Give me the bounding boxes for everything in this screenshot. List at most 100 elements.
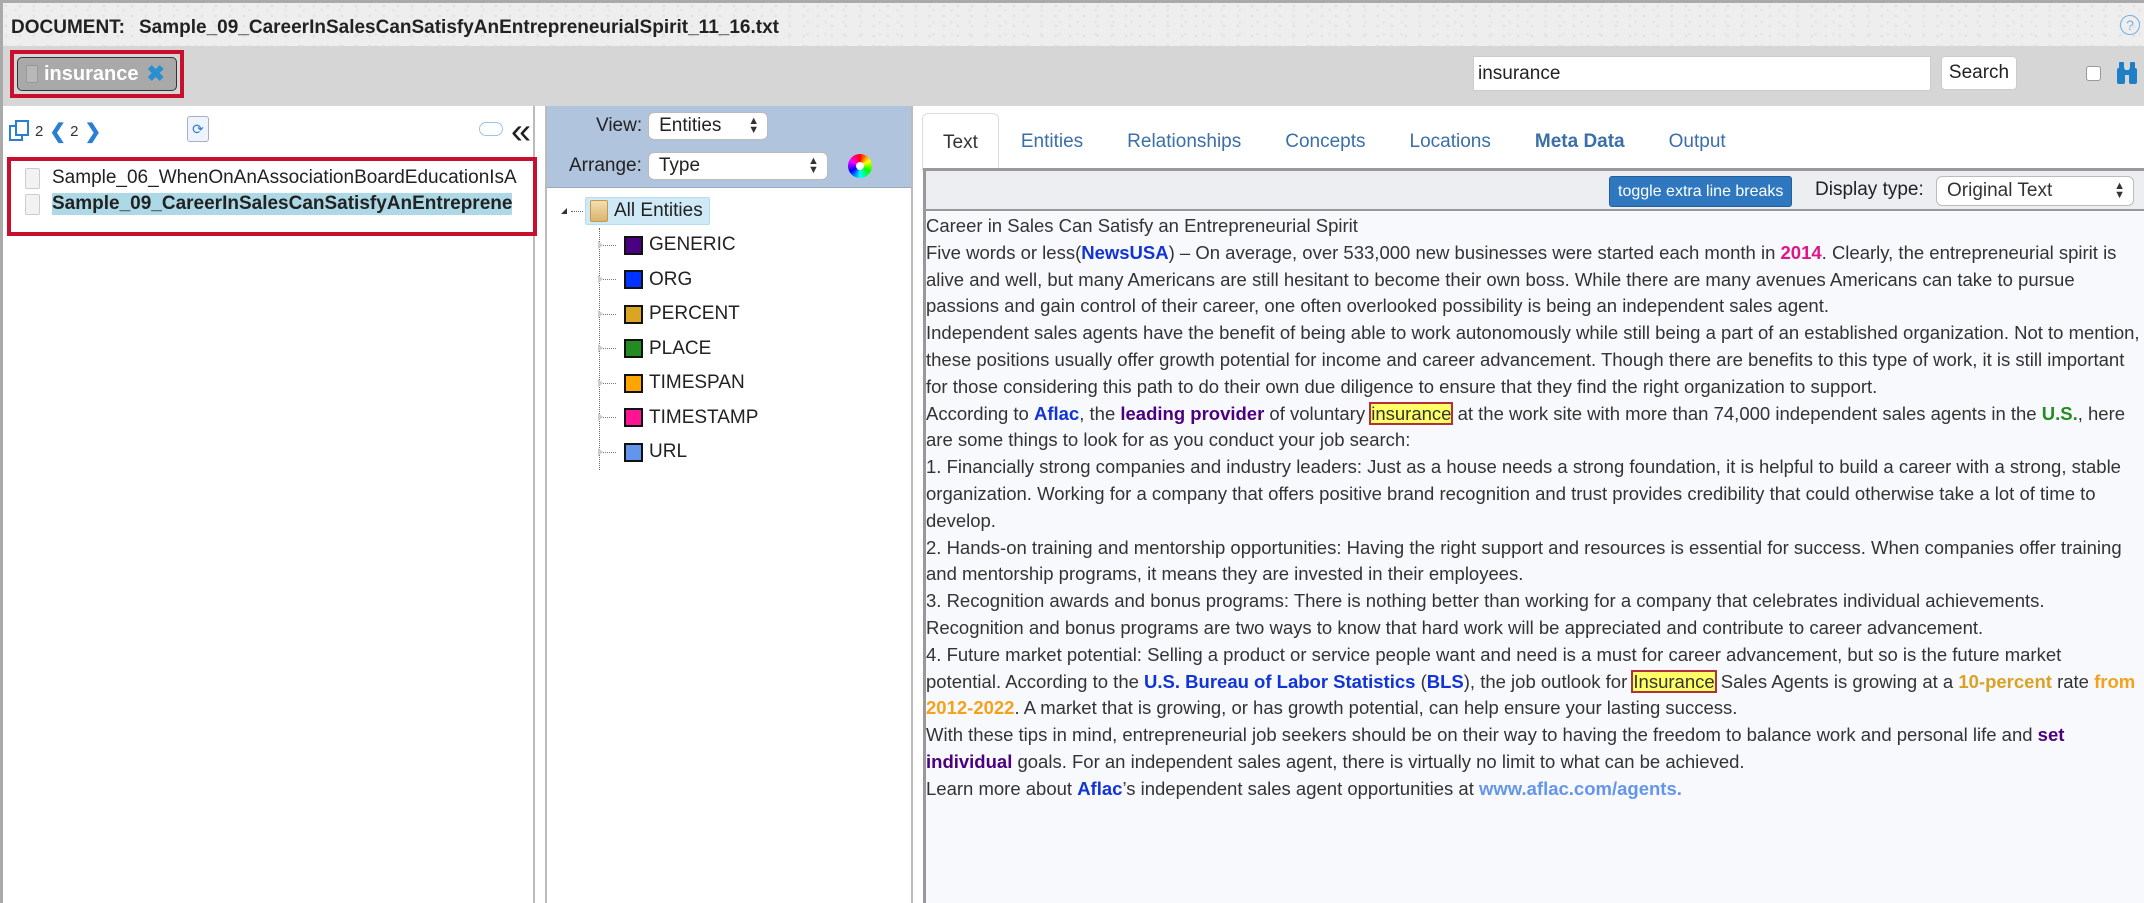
document-label: DOCUMENT: — [11, 17, 125, 38]
paragraph: 1. Financially strong companies and indu… — [926, 456, 2121, 531]
expand-icon[interactable] — [598, 240, 616, 249]
search-option-checkbox[interactable] — [2086, 66, 2101, 81]
entity-place[interactable]: U.S. — [2042, 403, 2078, 424]
document-title-line: Career in Sales Can Satisfy an Entrepren… — [926, 215, 1358, 236]
entity-type-percent[interactable]: PERCENT — [598, 297, 758, 332]
paragraph: 3. Recognition awards and bonus programs… — [926, 590, 2045, 638]
previous-page-icon[interactable]: ❮ — [49, 119, 66, 144]
entity-tree-panel: View: Entities ▲ ▼ Arrange: Type ▲ ▼ All E… — [545, 106, 913, 903]
next-page-icon[interactable]: ❯ — [84, 119, 101, 144]
paragraph: Independent sales agents have the benefi… — [926, 322, 2140, 397]
toggle-icon[interactable] — [479, 122, 503, 136]
text-toolbar: toggle extra line breaks Display type: O… — [926, 171, 2144, 211]
tree-root[interactable]: All Entities — [561, 194, 758, 228]
color-swatch-icon[interactable] — [624, 373, 643, 393]
expand-icon[interactable] — [561, 208, 567, 214]
entity-type-generic[interactable]: GENERIC — [598, 228, 758, 263]
paragraph: With these tips in mind, entrepreneurial… — [926, 724, 2065, 772]
color-wheel-icon[interactable] — [847, 154, 872, 178]
folder-icon — [590, 200, 608, 222]
collapse-panel-icon[interactable]: « — [511, 110, 531, 152]
document-title: DOCUMENT: Sample_09_CareerInSalesCanSatis… — [11, 17, 779, 39]
color-swatch-icon[interactable] — [624, 442, 643, 462]
view-tabs: Text Entities Relationships Concepts Locatio… — [922, 109, 1748, 171]
tab-relationships[interactable]: Relationships — [1105, 113, 1263, 171]
entity-type-label: TIMESPAN — [649, 372, 745, 394]
select-arrows-icon: ▲ ▼ — [2114, 180, 2125, 201]
color-swatch-icon[interactable] — [624, 235, 643, 255]
all-entities-label: All Entities — [614, 200, 703, 221]
paragraph: According to Aflac, the leading provider… — [926, 401, 2126, 451]
select-arrows-icon: ▲ ▼ — [807, 155, 819, 176]
tab-concepts[interactable]: Concepts — [1263, 113, 1387, 171]
document-list-toolbar: 2 ❮ 2 ❯ ⟳ « — [9, 110, 534, 151]
color-swatch-icon[interactable] — [624, 304, 643, 324]
search-input[interactable] — [1473, 56, 1931, 91]
tab-text[interactable]: Text — [922, 113, 999, 171]
help-icon[interactable]: ? — [2120, 15, 2140, 35]
entity-type-url[interactable]: URL — [598, 435, 758, 470]
tab-entities[interactable]: Entities — [999, 113, 1105, 171]
expand-icon[interactable] — [598, 447, 616, 456]
tab-locations[interactable]: Locations — [1388, 113, 1513, 171]
expand-icon[interactable] — [598, 378, 616, 387]
binoculars-icon[interactable] — [2115, 60, 2139, 86]
entity-percent[interactable]: 10-percent — [1958, 671, 2052, 692]
view-label: View: — [596, 115, 643, 136]
color-swatch-icon[interactable] — [624, 408, 643, 428]
display-type-select[interactable]: Original Text ▲ ▼ — [1936, 176, 2134, 206]
entity-timestamp[interactable]: 2014 — [1781, 242, 1822, 263]
entity-type-label: TIMESTAMP — [649, 406, 759, 428]
search-hit[interactable]: insurance — [1369, 401, 1454, 425]
document-view-panel: Text Entities Relationships Concepts Locatio… — [915, 106, 2144, 903]
expand-icon[interactable] — [598, 275, 616, 284]
document-name: Sample_09_CareerInSalesCanSatisfyAnEntre… — [139, 17, 779, 38]
expand-icon[interactable] — [598, 344, 616, 353]
documents-icon[interactable] — [9, 120, 31, 142]
entity-org[interactable]: Aflac — [1077, 778, 1122, 799]
close-icon[interactable]: ✖ — [146, 63, 164, 85]
entity-type-list: GENERIC ORG PERCENT PLACE TIMESPAN TIMESTAMP U… — [598, 228, 759, 470]
search-hit[interactable]: Insurance — [1631, 669, 1717, 693]
entity-type-timespan[interactable]: TIMESPAN — [598, 366, 758, 401]
arrange-select[interactable]: Type ▲ ▼ — [647, 152, 828, 180]
document-list-panel: 2 ❮ 2 ❯ ⟳ « Sample_06_WhenOnAnAssociatio… — [0, 106, 537, 903]
view-select-value: Entities — [659, 115, 722, 136]
tab-output[interactable]: Output — [1647, 113, 1748, 171]
entity-org[interactable]: Aflac — [1034, 403, 1079, 424]
entity-type-label: ORG — [649, 268, 693, 290]
entity-type-label: PLACE — [649, 337, 712, 359]
search-button[interactable]: Search — [1941, 56, 2017, 90]
color-swatch-icon[interactable] — [624, 270, 643, 290]
document-name: Sample_09_CareerInSalesCanSatisfyAnEntre… — [52, 193, 513, 215]
document-list: Sample_06_WhenOnAnAssociationBoardEducat… — [7, 157, 537, 236]
paragraph: 4. Future market potential: Selling a pr… — [926, 643, 2136, 719]
document-list-item[interactable]: Sample_06_WhenOnAnAssociationBoardEducat… — [25, 165, 533, 191]
paragraph: Five words or less(NewsUSA) – On average… — [926, 241, 2117, 317]
entity-type-label: PERCENT — [649, 303, 740, 325]
document-header: DOCUMENT: Sample_09_CareerInSalesCanSatis… — [0, 0, 2144, 46]
entity-type-org[interactable]: ORG — [598, 263, 758, 298]
entity-generic[interactable]: leading provider — [1120, 403, 1264, 424]
refresh-document-icon[interactable]: ⟳ — [187, 116, 209, 142]
all-entities-node[interactable]: All Entities — [585, 197, 710, 225]
query-tab[interactable]: insurance ✖ — [17, 57, 177, 91]
entity-org[interactable]: BLS — [1427, 671, 1464, 692]
expand-icon[interactable] — [598, 309, 616, 318]
toggle-line-breaks-button[interactable]: toggle extra line breaks — [1609, 176, 1793, 207]
display-type-label: Display type: — [1815, 179, 1924, 200]
paragraph: Learn more about Aflac’s independent sal… — [926, 777, 1682, 799]
entity-org[interactable]: NewsUSA — [1081, 242, 1168, 263]
entity-type-timestamp[interactable]: TIMESTAMP — [598, 401, 759, 436]
tab-meta-data[interactable]: Meta Data — [1513, 113, 1647, 171]
entity-type-place[interactable]: PLACE — [598, 332, 758, 367]
entity-url[interactable]: www.aflac.com/agents. — [1479, 778, 1682, 799]
color-swatch-icon[interactable] — [624, 339, 643, 359]
select-arrows-icon: ▲ ▼ — [748, 115, 760, 136]
entity-controls: View: Entities ▲ ▼ Arrange: Type ▲ ▼ — [547, 106, 911, 188]
view-select[interactable]: Entities ▲ ▼ — [648, 112, 769, 140]
entity-org[interactable]: U.S. Bureau of Labor Statistics — [1144, 671, 1415, 692]
entity-type-label: URL — [649, 441, 688, 463]
document-list-item-selected[interactable]: Sample_09_CareerInSalesCanSatisfyAnEntre… — [25, 191, 533, 217]
expand-icon[interactable] — [598, 413, 616, 422]
